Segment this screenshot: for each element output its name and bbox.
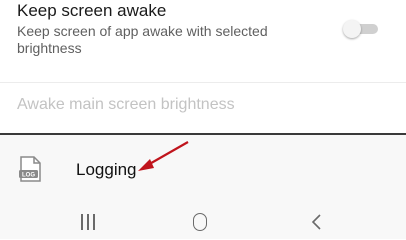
keep-screen-awake-title: Keep screen awake	[17, 1, 167, 20]
keep-screen-awake-toggle[interactable]	[343, 18, 379, 40]
logging-menu-item[interactable]: Logging	[76, 160, 137, 180]
toggle-thumb	[343, 20, 361, 38]
keep-screen-awake-description: Keep screen of app awake with selected b…	[17, 23, 268, 56]
awake-brightness-setting: Awake main screen brightness	[0, 83, 406, 133]
log-icon-text: LOG	[22, 173, 35, 179]
recents-icon[interactable]	[80, 214, 96, 230]
keep-screen-awake-setting[interactable]: Keep screen awake Keep screen of app awa…	[0, 0, 406, 82]
back-icon[interactable]	[310, 213, 324, 231]
awake-brightness-label: Awake main screen brightness	[17, 96, 235, 113]
home-icon[interactable]	[193, 213, 207, 231]
log-file-icon: LOG	[19, 156, 41, 182]
